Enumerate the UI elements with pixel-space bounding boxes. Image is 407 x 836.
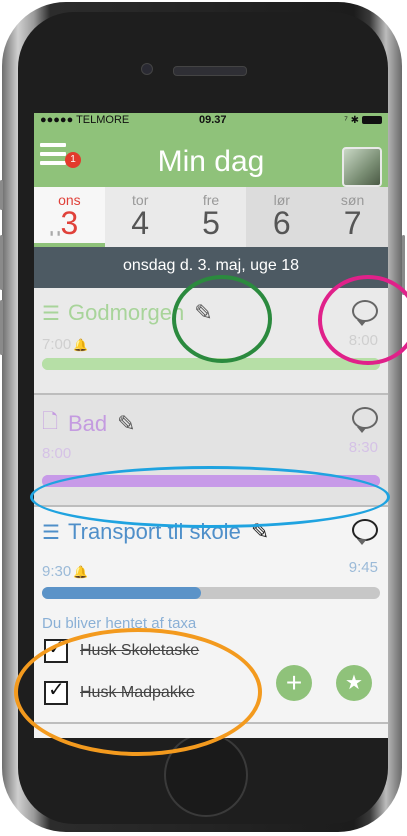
favorite-star-button[interactable]: ★ xyxy=(336,665,372,701)
home-button[interactable] xyxy=(164,733,248,817)
list-icon: ☰ xyxy=(42,302,60,325)
status-bar: ●●●●● TELMORE 09.37 ⁷ ✱ xyxy=(34,113,388,127)
progress-fill xyxy=(42,358,380,370)
progress-bar xyxy=(42,475,380,487)
todo-label: Husk Skoletaske xyxy=(80,642,200,659)
day-number: 3 xyxy=(60,205,79,241)
event-title: Transport til skole xyxy=(68,519,241,544)
edit-pencil-icon[interactable]: ✎ xyxy=(251,519,269,545)
start-time: 8:00 xyxy=(42,445,72,462)
event-title-row: ☰ Godmorgen ✎ xyxy=(42,300,213,326)
comment-bubble-icon[interactable] xyxy=(352,300,378,326)
event-dots: ▮ ▮ xyxy=(50,231,62,237)
volume-up-button xyxy=(0,235,3,290)
day-tab-lor[interactable]: lør 6 xyxy=(246,187,318,247)
progress-bar xyxy=(42,587,380,599)
comment-bubble-icon[interactable] xyxy=(352,519,378,545)
start-time-text: 9:30 xyxy=(42,563,72,580)
day-number: 6 xyxy=(272,205,291,241)
event-card-godmorgen[interactable]: ☰ Godmorgen ✎ 7:00 🔔 8:00 xyxy=(34,288,388,395)
start-time: 7:00 🔔 xyxy=(42,336,88,353)
todo-item[interactable]: Husk Madpakke xyxy=(44,677,195,705)
todo-item[interactable]: Husk Skoletaske xyxy=(44,635,200,663)
date-label: onsdag d. 3. maj, uge 18 xyxy=(34,247,388,288)
day-number: 5 xyxy=(202,205,220,241)
app-header: 1 Min dag xyxy=(34,127,388,187)
progress-fill xyxy=(42,475,380,487)
event-title-row: 🗋 Bad ✎ xyxy=(42,407,136,441)
progress-bar xyxy=(42,358,380,370)
document-icon: 🗋 xyxy=(42,411,59,433)
event-note: Du bliver hentet af taxa xyxy=(42,615,197,632)
event-title-row: ☰ Transport til skole ✎ xyxy=(42,519,269,545)
day-tab-fre[interactable]: fre 5 xyxy=(175,187,247,247)
front-camera xyxy=(141,63,153,75)
day-tab-ons[interactable]: ons 3 ▮ ▮ xyxy=(34,187,105,247)
start-time: 9:30 🔔 xyxy=(42,563,88,580)
edit-pencil-icon[interactable]: ✎ xyxy=(194,300,212,326)
earpiece-speaker xyxy=(173,66,247,76)
event-title: Godmorgen xyxy=(68,300,185,325)
app-screen: ●●●●● TELMORE 09.37 ⁷ ✱ 1 Min dag ons 3 … xyxy=(34,113,388,738)
add-button[interactable]: + xyxy=(276,665,312,701)
comment-bubble-icon[interactable] xyxy=(352,407,378,433)
bell-icon: 🔔 xyxy=(73,338,89,352)
todo-label: Husk Madpakke xyxy=(80,684,195,701)
power-button xyxy=(402,235,405,295)
status-icons: ⁷ ✱ xyxy=(344,114,359,126)
mute-switch xyxy=(0,180,3,210)
battery-icon xyxy=(362,116,382,124)
end-time: 8:30 xyxy=(348,439,378,456)
progress-fill xyxy=(42,587,201,599)
list-icon: ☰ xyxy=(42,521,60,544)
volume-down-button xyxy=(0,300,3,355)
clock: 09.37 xyxy=(199,114,227,126)
start-time-text: 7:00 xyxy=(42,336,72,353)
end-time: 9:45 xyxy=(348,559,378,576)
day-number: 4 xyxy=(131,205,150,241)
event-card-transport[interactable]: ☰ Transport til skole ✎ 9:30 🔔 9:45 Du bl… xyxy=(34,507,388,724)
day-tab-tor[interactable]: tor 4 xyxy=(104,187,176,247)
bell-icon: 🔔 xyxy=(73,565,89,579)
week-strip: ons 3 ▮ ▮ tor 4 fre 5 lør 6 søn 7 xyxy=(34,187,388,247)
checkbox-checked[interactable] xyxy=(44,635,68,663)
edit-pencil-icon[interactable]: ✎ xyxy=(117,411,135,437)
day-number: 7 xyxy=(343,205,362,241)
end-time: 8:00 xyxy=(348,332,378,349)
event-title: Bad xyxy=(68,411,108,436)
page-title: Min dag xyxy=(157,145,265,178)
checkbox-checked[interactable] xyxy=(44,677,68,705)
event-card-bad[interactable]: 🗋 Bad ✎ 8:00 8:30 xyxy=(34,395,388,507)
avatar[interactable] xyxy=(342,147,382,187)
carrier-label: ●●●●● TELMORE xyxy=(40,114,130,126)
day-tab-son[interactable]: søn 7 xyxy=(317,187,388,247)
